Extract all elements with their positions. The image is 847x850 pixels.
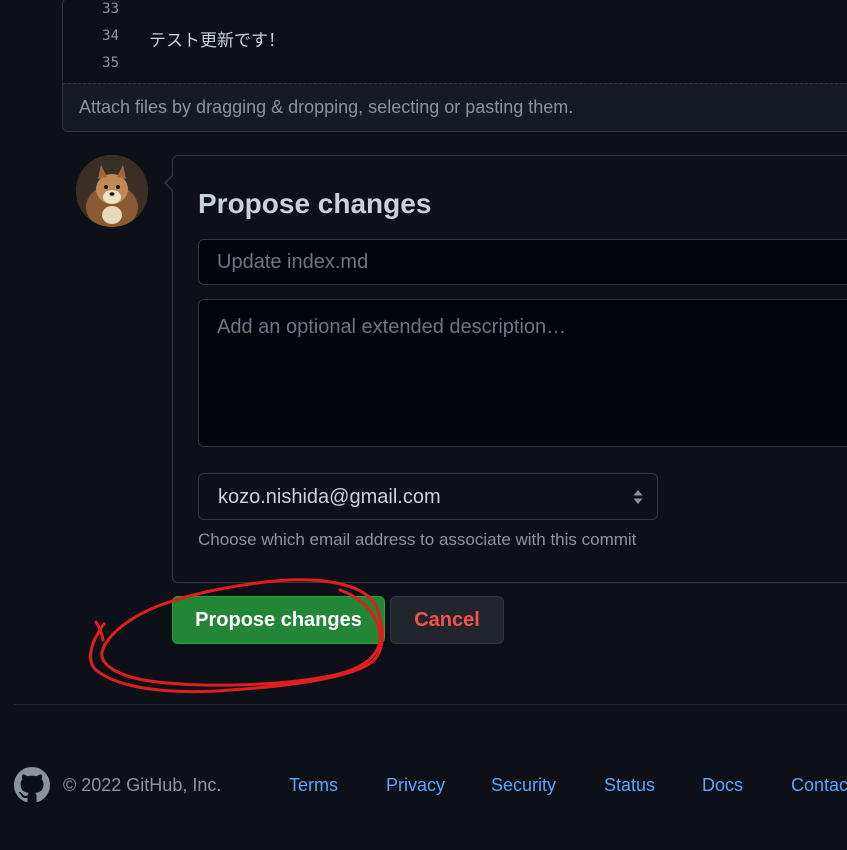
panel-caret-fill	[166, 175, 174, 191]
avatar[interactable]	[76, 155, 148, 227]
footer-divider	[14, 704, 847, 705]
code-line[interactable]: 34 テスト更新です！	[63, 26, 847, 53]
commit-summary-input[interactable]	[198, 239, 847, 285]
footer-link-docs[interactable]: Docs	[702, 775, 743, 796]
footer-link-status[interactable]: Status	[604, 775, 655, 796]
attach-files-hint: Attach files by dragging & dropping, sel…	[79, 97, 574, 117]
footer-link-contact[interactable]: Contact GitHub	[791, 775, 847, 796]
code-line[interactable]: 35	[63, 53, 847, 80]
file-editor[interactable]: 33 34 テスト更新です！ 35 Attach files by draggi…	[62, 0, 847, 132]
footer-link-privacy[interactable]: Privacy	[386, 775, 445, 796]
code-lines: 33 34 テスト更新です！ 35	[63, 0, 847, 83]
footer-link-security[interactable]: Security	[491, 775, 556, 796]
footer-link-terms[interactable]: Terms	[289, 775, 338, 796]
propose-changes-button[interactable]: Propose changes	[172, 596, 385, 644]
attach-files-bar[interactable]: Attach files by dragging & dropping, sel…	[63, 83, 847, 131]
commit-email-select[interactable]: kozo.nishida@gmail.com	[198, 473, 658, 520]
select-arrows-icon	[633, 490, 643, 504]
commit-description-input[interactable]	[198, 299, 847, 447]
line-number: 33	[102, 1, 119, 17]
selected-email: kozo.nishida@gmail.com	[218, 486, 441, 508]
footer-copyright: © 2022 GitHub, Inc.	[63, 775, 222, 795]
code-line[interactable]: 33	[63, 0, 847, 26]
page: 33 34 テスト更新です！ 35 Attach files by draggi…	[0, 0, 847, 850]
github-logo-icon[interactable]	[14, 767, 50, 803]
avatar-dog-image	[76, 155, 148, 227]
line-text[interactable]: テスト更新です！	[149, 26, 285, 51]
line-number: 35	[102, 55, 119, 71]
line-number: 34	[102, 28, 119, 44]
cancel-button[interactable]: Cancel	[390, 596, 504, 644]
propose-changes-title: Propose changes	[198, 188, 432, 219]
propose-changes-panel: Propose changes kozo.nishida@gmail.com C…	[164, 155, 847, 583]
email-hint-text: Choose which email address to associate …	[198, 530, 637, 549]
